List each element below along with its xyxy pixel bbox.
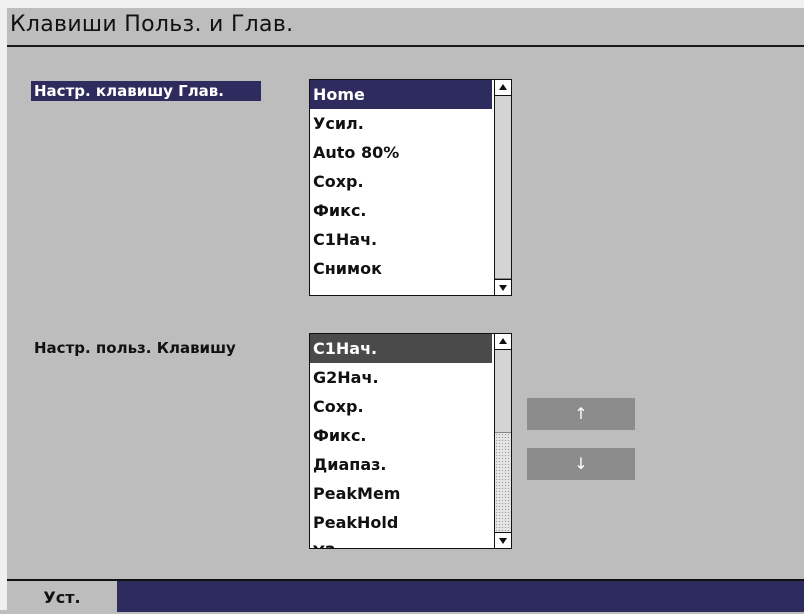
- list-item[interactable]: C1Нач.: [310, 225, 492, 254]
- bottom-bar: Уст.: [7, 579, 804, 612]
- list-item[interactable]: Фикс.: [310, 421, 492, 450]
- scroll-down-button[interactable]: [495, 532, 511, 548]
- list-item[interactable]: Усил.: [310, 109, 492, 138]
- scroll-up-button[interactable]: [495, 80, 511, 96]
- title-bar: Клавиши Польз. и Глав.: [7, 8, 804, 47]
- top-edge: [0, 0, 804, 8]
- list-item[interactable]: G2Нач.: [310, 363, 492, 392]
- list-item[interactable]: Auto 80%: [310, 138, 492, 167]
- user-keys-scrollbar[interactable]: [494, 334, 511, 548]
- list-item[interactable]: Диапаз.: [310, 450, 492, 479]
- scroll-down-button[interactable]: [495, 279, 511, 295]
- home-key-label[interactable]: Настр. клавишу Глав.: [31, 81, 261, 101]
- user-keys-items: C1Нач. G2Нач. Сохр. Фикс. Диапаз. PeakMem Peak…: [310, 334, 492, 548]
- list-item[interactable]: PeakMem: [310, 479, 492, 508]
- list-item[interactable]: Фикс.: [310, 196, 492, 225]
- user-keys-listbox[interactable]: C1Нач. G2Нач. Сохр. Фикс. Диапаз. PeakMem Peak…: [309, 333, 512, 549]
- arrow-up-icon: [499, 84, 507, 90]
- page-title: Клавиши Польз. и Глав.: [10, 12, 294, 37]
- list-item[interactable]: Y3: [310, 537, 492, 548]
- scroll-up-button[interactable]: [495, 334, 511, 350]
- list-item[interactable]: C1Нач.: [310, 334, 492, 363]
- arrow-down-icon: [499, 538, 507, 544]
- arrow-down-icon: ↓: [574, 454, 588, 473]
- scroll-track[interactable]: [495, 433, 511, 532]
- list-item[interactable]: Снимок: [310, 254, 492, 283]
- home-key-listbox[interactable]: Home Усил. Auto 80% Сохр. Фикс. C1Нач. Снимок: [309, 79, 512, 296]
- arrow-down-icon: [499, 285, 507, 291]
- move-up-button[interactable]: ↑: [527, 398, 635, 430]
- scroll-thumb[interactable]: [495, 96, 511, 279]
- list-item[interactable]: Сохр.: [310, 392, 492, 421]
- home-key-items: Home Усил. Auto 80% Сохр. Фикс. C1Нач. Снимок: [310, 80, 492, 283]
- list-item[interactable]: Сохр.: [310, 167, 492, 196]
- list-item[interactable]: Home: [310, 80, 492, 109]
- left-edge: [0, 0, 7, 610]
- list-item[interactable]: PeakHold: [310, 508, 492, 537]
- scroll-thumb[interactable]: [495, 350, 511, 433]
- home-key-scrollbar[interactable]: [494, 80, 511, 295]
- move-down-button[interactable]: ↓: [527, 448, 635, 480]
- arrow-up-icon: [499, 338, 507, 344]
- user-keys-label[interactable]: Настр. польз. Клавишу: [31, 338, 265, 358]
- tab-setup[interactable]: Уст.: [7, 581, 117, 612]
- screen: Клавиши Польз. и Глав. Настр. клавишу Гл…: [0, 0, 804, 612]
- arrow-up-icon: ↑: [574, 404, 588, 423]
